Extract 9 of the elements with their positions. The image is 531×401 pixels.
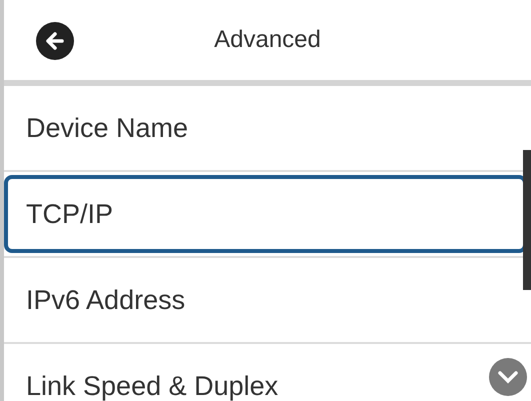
scrollbar-thumb[interactable] [523,150,531,290]
menu-item[interactable]: IPv6 Address [4,261,527,339]
scroll-down-button[interactable] [489,358,527,396]
back-button[interactable] [36,22,74,60]
back-arrow-icon [44,30,66,52]
chevron-down-icon [497,370,519,384]
menu-item[interactable]: Link Speed & Duplex [4,347,481,401]
screen-title: Advanced [214,25,321,55]
menu-item[interactable]: Device Name [4,89,527,167]
